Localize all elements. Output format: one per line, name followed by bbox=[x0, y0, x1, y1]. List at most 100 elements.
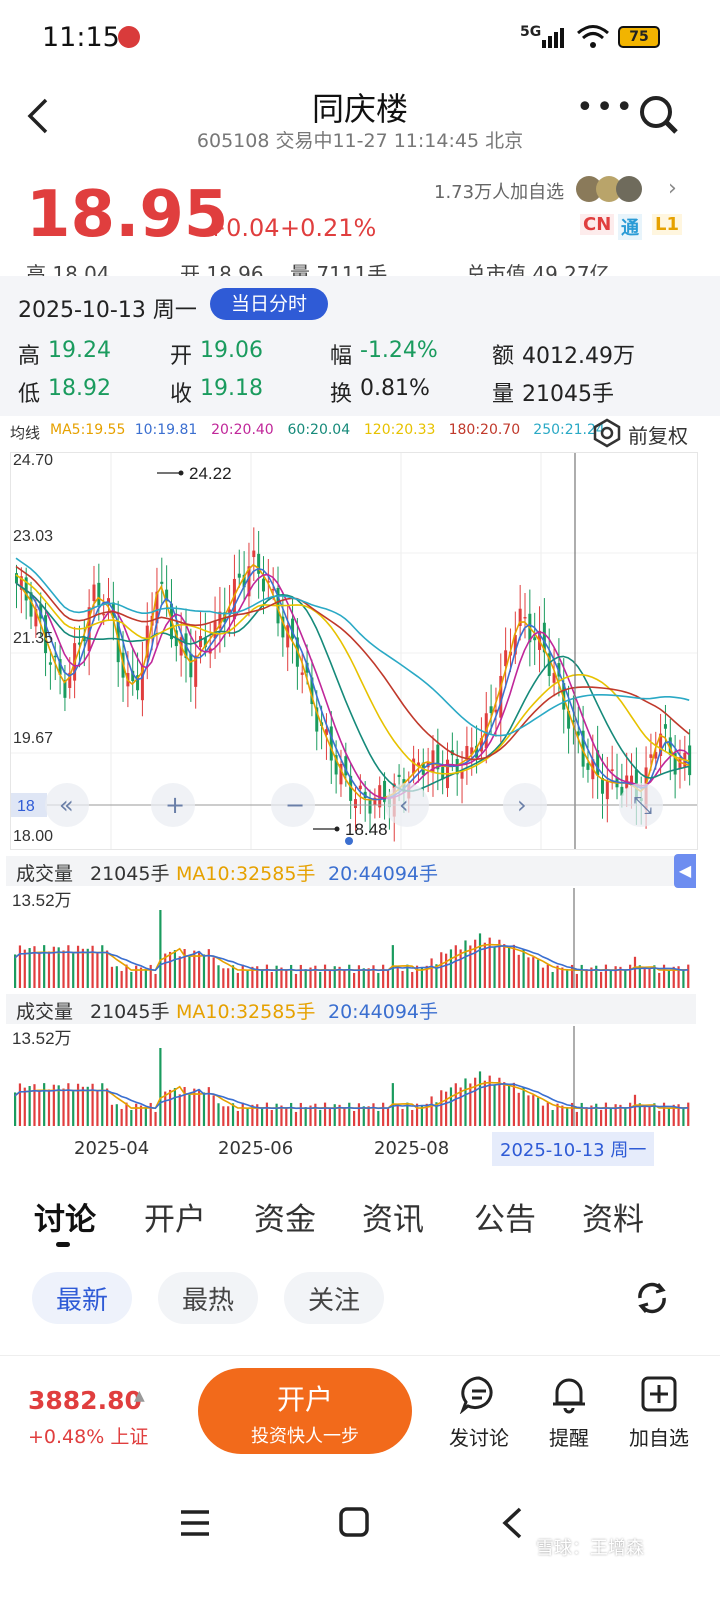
volume-bar bbox=[411, 971, 414, 988]
volume-bar bbox=[430, 1096, 433, 1126]
volume-bar bbox=[125, 964, 128, 988]
volume-bar bbox=[246, 1108, 249, 1126]
add-watchlist-button[interactable]: 加自选 bbox=[624, 1374, 694, 1451]
vol-ma20: 20:44094手 bbox=[328, 863, 439, 885]
followers-count[interactable]: 1.73万人加自选 bbox=[434, 178, 564, 204]
crosshair-info-panel: 2025-10-13 周一 当日分时 高 19.24 开 19.06 幅 -1.24% 额 4… bbox=[0, 276, 720, 416]
search-icon[interactable] bbox=[636, 92, 682, 138]
volume-bar bbox=[357, 965, 361, 988]
add-square-icon bbox=[641, 1376, 677, 1412]
volume-bar bbox=[561, 967, 564, 988]
y-tick-label: 21.35 bbox=[13, 630, 53, 647]
ma-label: 均线 bbox=[10, 424, 41, 442]
volume-bar bbox=[527, 957, 530, 988]
volume-bar bbox=[580, 1102, 583, 1126]
badge-cn: CN bbox=[580, 214, 615, 235]
volume-bar bbox=[265, 1102, 269, 1126]
volume-bar bbox=[96, 953, 99, 988]
volume-bar bbox=[304, 969, 307, 988]
menu-icon[interactable] bbox=[178, 1508, 212, 1538]
open-account-button[interactable]: 开户 投资快人一步 bbox=[198, 1368, 412, 1454]
volume-bar bbox=[154, 973, 157, 988]
vol-label: 成交量 bbox=[16, 1001, 74, 1023]
low-marker-dot bbox=[334, 826, 340, 832]
kline-chart-area[interactable]: 均线 MA5:19.55 10:19.81 20:20.40 60:20.04 120:… bbox=[0, 416, 720, 1172]
expand-icon: ⤡ bbox=[633, 791, 652, 819]
volume-bar bbox=[149, 1102, 152, 1126]
stat-volume: 量 7111手 bbox=[290, 262, 388, 276]
back-nav-icon[interactable] bbox=[500, 1506, 524, 1540]
volume-bar bbox=[440, 1090, 443, 1126]
volume-bar bbox=[173, 950, 177, 988]
volume-bar bbox=[323, 1102, 327, 1126]
volume-bar bbox=[47, 951, 51, 988]
vol-value: 21045手 bbox=[90, 863, 170, 885]
zoom-in-icon: + bbox=[165, 791, 185, 819]
volume-bar bbox=[643, 1106, 646, 1126]
settings-icon[interactable] bbox=[592, 418, 622, 448]
volume-bar bbox=[503, 944, 506, 988]
refresh-icon[interactable] bbox=[632, 1278, 672, 1318]
volume-bar bbox=[47, 1089, 51, 1126]
volume-bar bbox=[265, 964, 269, 988]
chat-icon bbox=[459, 1376, 493, 1415]
tab-2[interactable]: 资金 bbox=[254, 1194, 316, 1239]
volume-bar bbox=[648, 1106, 651, 1126]
volume-bar bbox=[604, 1102, 608, 1126]
volume-bar bbox=[372, 965, 375, 988]
badge-l1: L1 bbox=[652, 214, 682, 235]
volume-bar bbox=[178, 956, 181, 988]
intraday-button[interactable]: 当日分时 bbox=[210, 288, 328, 320]
filter-hot[interactable]: 最热 bbox=[158, 1272, 258, 1324]
tab-4[interactable]: 公告 bbox=[474, 1194, 536, 1239]
volume-bar bbox=[323, 964, 327, 988]
filter-bar: 最新 最热 关注 bbox=[0, 1270, 720, 1330]
candle-body bbox=[649, 754, 653, 758]
pan-left-icon: ‹ bbox=[399, 791, 409, 819]
ma-legend-item: 60:20.04 bbox=[287, 422, 351, 438]
volume-bar bbox=[362, 968, 365, 988]
candle-body bbox=[199, 636, 203, 648]
more-icon[interactable]: ••• bbox=[576, 90, 635, 125]
volume-bar bbox=[106, 1088, 109, 1126]
home-icon[interactable] bbox=[338, 1506, 370, 1538]
index-value[interactable]: 3882.80 bbox=[28, 1386, 142, 1415]
volume-bar bbox=[667, 1108, 670, 1126]
open-account-title: 开户 bbox=[276, 1383, 333, 1416]
volume-bar bbox=[290, 1102, 293, 1126]
chevron-right-icon[interactable]: › bbox=[668, 176, 677, 201]
post-discussion-button[interactable]: 发讨论 bbox=[444, 1374, 514, 1451]
filter-following[interactable]: 关注 bbox=[284, 1272, 384, 1324]
volume-bar bbox=[57, 1085, 60, 1126]
volume-bar bbox=[464, 1078, 467, 1126]
info-value: 0.81% bbox=[360, 376, 430, 401]
candle-body bbox=[358, 785, 362, 790]
price-change-pct: +0.21% bbox=[280, 214, 377, 242]
tab-3[interactable]: 资讯 bbox=[362, 1194, 424, 1239]
bottom-action-bar: 3882.80 ▲ +0.48% 上证 开户 投资快人一步 发讨论 提醒 加自选 bbox=[0, 1355, 720, 1485]
volume-bar bbox=[517, 954, 520, 988]
volume-bar bbox=[459, 1087, 462, 1126]
volume-bar bbox=[629, 964, 632, 988]
volume-bar bbox=[522, 1087, 525, 1126]
tab-0[interactable]: 讨论 bbox=[34, 1194, 96, 1239]
info-value: 19.06 bbox=[200, 338, 263, 363]
volume-bar bbox=[527, 1095, 530, 1126]
volume-bar bbox=[188, 955, 191, 988]
volume-bar bbox=[454, 1083, 457, 1126]
volume-bar bbox=[275, 1103, 278, 1126]
filter-latest[interactable]: 最新 bbox=[32, 1272, 132, 1324]
kline-chart[interactable]: 24.70 23.03 21.35 19.67 18.00 24.22 18.48 18 « + −… bbox=[10, 452, 698, 850]
adjust-mode[interactable]: 前复权 bbox=[628, 420, 688, 449]
candle-body bbox=[102, 613, 106, 616]
tab-1[interactable]: 开户 bbox=[144, 1194, 206, 1239]
volume-bar bbox=[144, 1107, 147, 1126]
tab-5[interactable]: 资料 bbox=[582, 1194, 644, 1239]
alert-button[interactable]: 提醒 bbox=[534, 1374, 604, 1451]
bell-icon bbox=[553, 1378, 585, 1414]
collapse-panel-icon[interactable]: ◀ bbox=[674, 854, 696, 888]
index-up-icon: ▲ bbox=[134, 1388, 145, 1404]
badge-connect: 通 bbox=[618, 214, 642, 240]
signal-icon bbox=[542, 28, 564, 48]
volume-bar bbox=[585, 1107, 588, 1126]
